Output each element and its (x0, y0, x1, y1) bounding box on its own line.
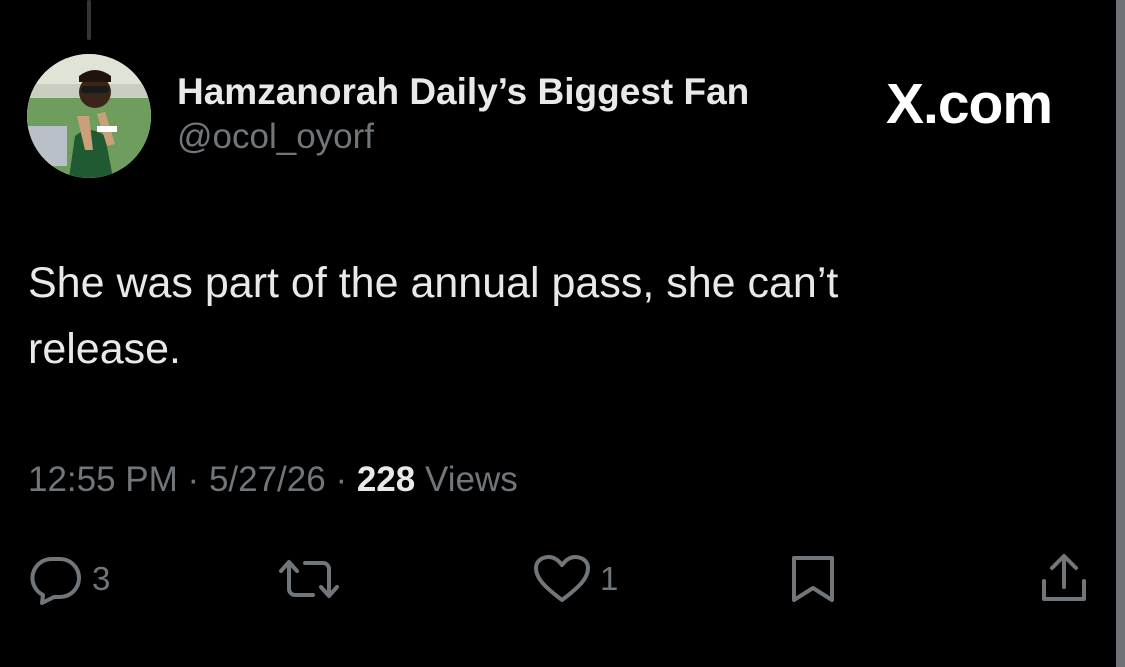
reply-count: 3 (92, 560, 111, 597)
bookmark-icon (792, 556, 834, 602)
scrollbar-edge (1116, 0, 1125, 667)
heart-icon (534, 555, 590, 602)
author-block[interactable]: Hamzanorah Daily’s Biggest Fan @ocol_oyo… (177, 70, 749, 160)
like-count: 1 (600, 560, 619, 597)
tweet-time[interactable]: 12:55 PM (28, 460, 178, 499)
like-button[interactable]: 1 (532, 552, 618, 606)
tweet-text-line: release. (28, 325, 181, 373)
tweet-meta: 12:55 PM · 5/27/26 · 228 Views (28, 458, 518, 502)
meta-separator: · (187, 460, 200, 499)
avatar[interactable] (27, 54, 151, 178)
tweet-text: She was part of the annual pass, she can… (28, 250, 1028, 382)
reply-button[interactable]: 3 (28, 552, 110, 606)
brand-watermark: X.com (886, 72, 1053, 136)
author-display-name[interactable]: Hamzanorah Daily’s Biggest Fan (177, 70, 749, 114)
bookmark-button[interactable] (788, 552, 838, 606)
share-button[interactable] (1038, 552, 1090, 606)
reply-bubble-icon (30, 556, 81, 605)
meta-separator: · (335, 460, 348, 499)
thread-connector-line (87, 0, 91, 40)
views-count[interactable]: 228 (357, 460, 415, 499)
author-handle[interactable]: @ocol_oyorf (177, 114, 749, 160)
views-label[interactable]: Views (425, 460, 518, 499)
retweet-arrows-icon (279, 560, 339, 598)
avatar-photo (27, 54, 151, 178)
tweet-text-line: She was part of the annual pass, she can… (28, 259, 839, 307)
retweet-button[interactable] (275, 552, 343, 606)
tweet-date[interactable]: 5/27/26 (209, 460, 326, 499)
share-upload-icon (1042, 554, 1086, 601)
